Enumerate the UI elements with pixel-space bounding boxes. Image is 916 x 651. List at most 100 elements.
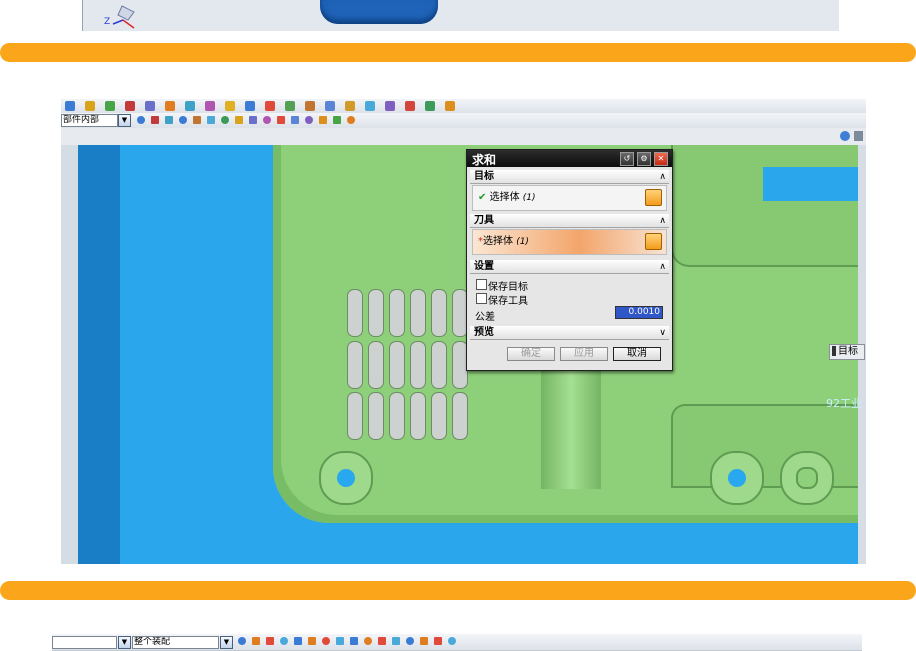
body-select-icon[interactable]	[645, 189, 662, 206]
body-select-icon[interactable]	[645, 233, 662, 250]
tolerance-input[interactable]: 0.0010	[615, 306, 663, 319]
toolbar-tool-icon[interactable]	[405, 101, 415, 111]
snap-point-icon[interactable]	[434, 637, 442, 645]
section-target-header[interactable]: 目标 ∧	[470, 170, 669, 184]
target-select-body-row[interactable]: ✔ 选择体 (1)	[472, 185, 667, 211]
snap-point-icon[interactable]	[322, 637, 330, 645]
toolbar-tool-icon[interactable]	[125, 101, 135, 111]
snap-point-icon[interactable]	[308, 637, 316, 645]
snap-point-icon[interactable]	[252, 637, 260, 645]
reset-icon[interactable]: ↺	[620, 152, 634, 166]
toolbar-tool-icon[interactable]	[185, 101, 195, 111]
toolbar-tool-icon[interactable]	[425, 101, 435, 111]
snap-point-icon[interactable]	[420, 637, 428, 645]
vent-slot	[389, 289, 405, 337]
keep-tool-checkbox[interactable]	[476, 293, 487, 304]
bottom-toolbar-fragment: ▼ 整个装配 ▼	[52, 634, 862, 651]
snap-point-icon[interactable]	[350, 637, 358, 645]
snap-point-icon[interactable]	[392, 637, 400, 645]
tool-select-body-row[interactable]: *选择体 (1)	[472, 229, 667, 255]
axis-triad: Z	[88, 2, 158, 30]
settings-icon[interactable]: ⚙	[637, 152, 651, 166]
toolbar-tool-icon[interactable]	[325, 101, 335, 111]
toolbar-tool-icon[interactable]	[385, 101, 395, 111]
section-preview-header[interactable]: 预览 ∨	[470, 326, 669, 340]
close-icon[interactable]: ✕	[654, 152, 668, 166]
toolbar-tool-icon[interactable]	[205, 101, 215, 111]
cancel-button[interactable]: 取消	[613, 347, 661, 361]
type-filter-dropdown-arrow[interactable]: ▼	[118, 636, 131, 649]
snap-point-icon[interactable]	[406, 637, 414, 645]
orange-separator-bar	[0, 43, 916, 62]
chevron-up-icon: ∧	[659, 262, 666, 272]
snap-point-icon[interactable]	[305, 116, 313, 124]
keep-target-label: 保存目标	[488, 282, 528, 293]
snap-point-icon[interactable]	[151, 116, 159, 124]
filter-dropdown-arrow[interactable]: ▼	[118, 114, 131, 127]
snap-point-icon[interactable]	[294, 637, 302, 645]
snap-point-icon[interactable]	[364, 637, 372, 645]
snap-point-icon[interactable]	[336, 637, 344, 645]
snap-point-icon[interactable]	[319, 116, 327, 124]
keep-target-checkbox[interactable]	[476, 279, 487, 290]
watermark-text: 92工业	[826, 397, 862, 410]
toolbar-tool-icon[interactable]	[225, 101, 235, 111]
snap-point-icon[interactable]	[277, 116, 285, 124]
section-settings-header[interactable]: 设置 ∧	[470, 260, 669, 274]
scope-dropdown-arrow[interactable]: ▼	[220, 636, 233, 649]
toolbar-row-2: 部件内部 ▼	[61, 113, 866, 129]
vent-slot	[368, 392, 384, 440]
toolbar-tool-icon[interactable]	[345, 101, 355, 111]
snap-point-icon[interactable]	[165, 116, 173, 124]
cad-window: 部件内部 ▼ 目标 92工业 求和 ↺ ⚙ ✕ 目标 ∧ ✔ 选择体 (1) 刀…	[61, 99, 866, 564]
vent-slot	[347, 392, 363, 440]
snap-point-icon[interactable]	[207, 116, 215, 124]
toolbar-tool-icon[interactable]	[305, 101, 315, 111]
vent-slot	[431, 392, 447, 440]
toolbar-tool-icon[interactable]	[265, 101, 275, 111]
snap-point-icon[interactable]	[448, 637, 456, 645]
snap-point-icon[interactable]	[291, 116, 299, 124]
scope-select[interactable]: 整个装配	[132, 636, 219, 649]
apply-button[interactable]: 应用	[560, 347, 608, 361]
toolbar-tool-icon[interactable]	[65, 101, 75, 111]
snap-point-icon[interactable]	[137, 116, 145, 124]
orient-view-icon[interactable]	[840, 131, 850, 141]
vent-slot	[368, 289, 384, 337]
vent-slot	[431, 341, 447, 389]
type-filter-select[interactable]	[52, 636, 117, 649]
vent-slot	[452, 392, 468, 440]
toolbar-tool-icon[interactable]	[85, 101, 95, 111]
snap-point-icon[interactable]	[266, 637, 274, 645]
vent-slot	[389, 341, 405, 389]
snap-point-icon[interactable]	[221, 116, 229, 124]
section-tool-header[interactable]: 刀具 ∧	[470, 214, 669, 228]
snap-point-icon[interactable]	[378, 637, 386, 645]
snap-point-icon[interactable]	[249, 116, 257, 124]
snap-point-icon[interactable]	[263, 116, 271, 124]
vent-slot	[410, 392, 426, 440]
toolbar-tool-icon[interactable]	[365, 101, 375, 111]
toolbar-row-1	[61, 99, 866, 114]
snap-point-icon[interactable]	[333, 116, 341, 124]
snap-point-icon[interactable]	[235, 116, 243, 124]
ok-button[interactable]: 确定	[507, 347, 555, 361]
toolbar-tool-icon[interactable]	[285, 101, 295, 111]
screw-boss	[780, 451, 834, 505]
snap-point-icon[interactable]	[179, 116, 187, 124]
toolbar-tool-icon[interactable]	[145, 101, 155, 111]
snap-point-icon[interactable]	[193, 116, 201, 124]
snap-point-icon[interactable]	[238, 637, 246, 645]
snap-point-icon[interactable]	[280, 637, 288, 645]
panel-icon[interactable]	[854, 131, 863, 141]
toolbar-tool-icon[interactable]	[165, 101, 175, 111]
toolbar-tool-icon[interactable]	[445, 101, 455, 111]
dialog-titlebar: 求和 ↺ ⚙ ✕	[467, 150, 672, 167]
toolbar-row-3	[61, 128, 866, 146]
filter-select[interactable]: 部件内部	[61, 114, 118, 127]
blue-solid-body	[320, 0, 438, 24]
toolbar-tool-icon[interactable]	[245, 101, 255, 111]
snap-point-icon[interactable]	[347, 116, 355, 124]
screw-boss	[710, 451, 764, 505]
toolbar-tool-icon[interactable]	[105, 101, 115, 111]
